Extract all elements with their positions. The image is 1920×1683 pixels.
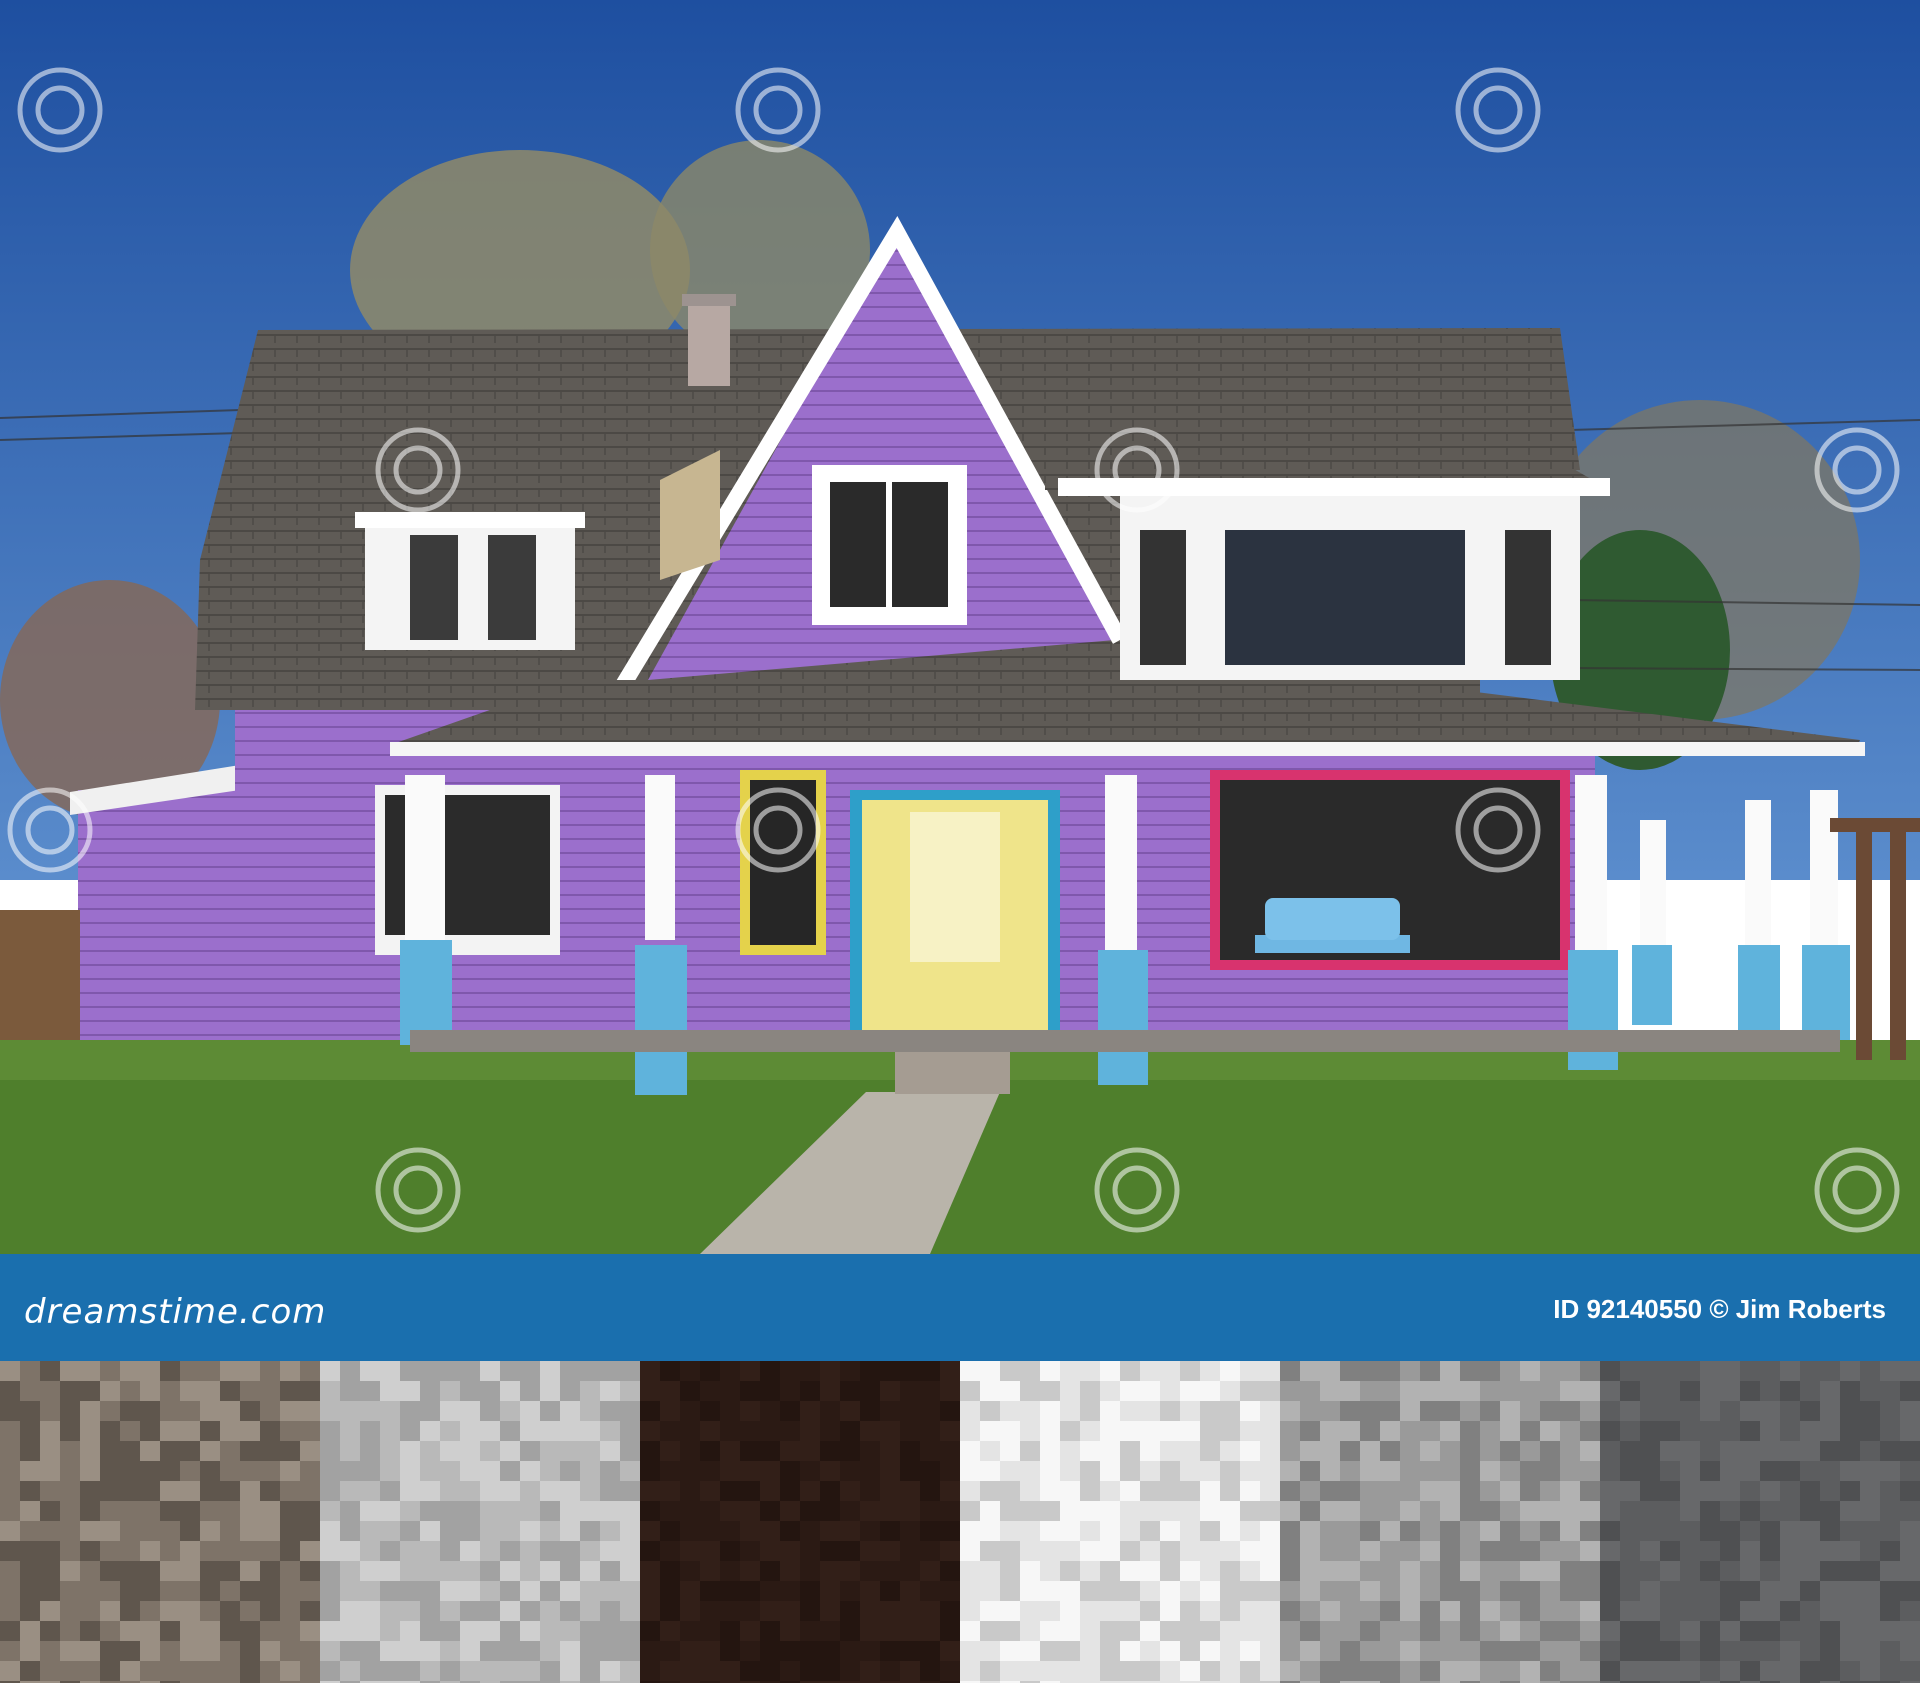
chimney (688, 300, 730, 386)
image-credit: ID 92140550 © Jim Roberts (1553, 1294, 1886, 1324)
light-gray-swatch (320, 1361, 640, 1683)
house-photo (0, 0, 1920, 1254)
dark-brown-swatch (640, 1361, 960, 1683)
gable-window (812, 465, 967, 625)
porch-deck (410, 1030, 1840, 1052)
front-door (850, 790, 1060, 1030)
color-palette (0, 1361, 1920, 1683)
mid-gray-swatch (1280, 1361, 1600, 1683)
slate-gray-swatch (1600, 1361, 1920, 1683)
left-dormer (355, 512, 585, 650)
taupe-swatch (0, 1361, 320, 1683)
white-swatch (960, 1361, 1280, 1683)
shed (78, 790, 238, 1040)
porch-swing (1255, 898, 1410, 953)
dreamstime-logo[interactable]: dreamstime.com (24, 1292, 326, 1332)
